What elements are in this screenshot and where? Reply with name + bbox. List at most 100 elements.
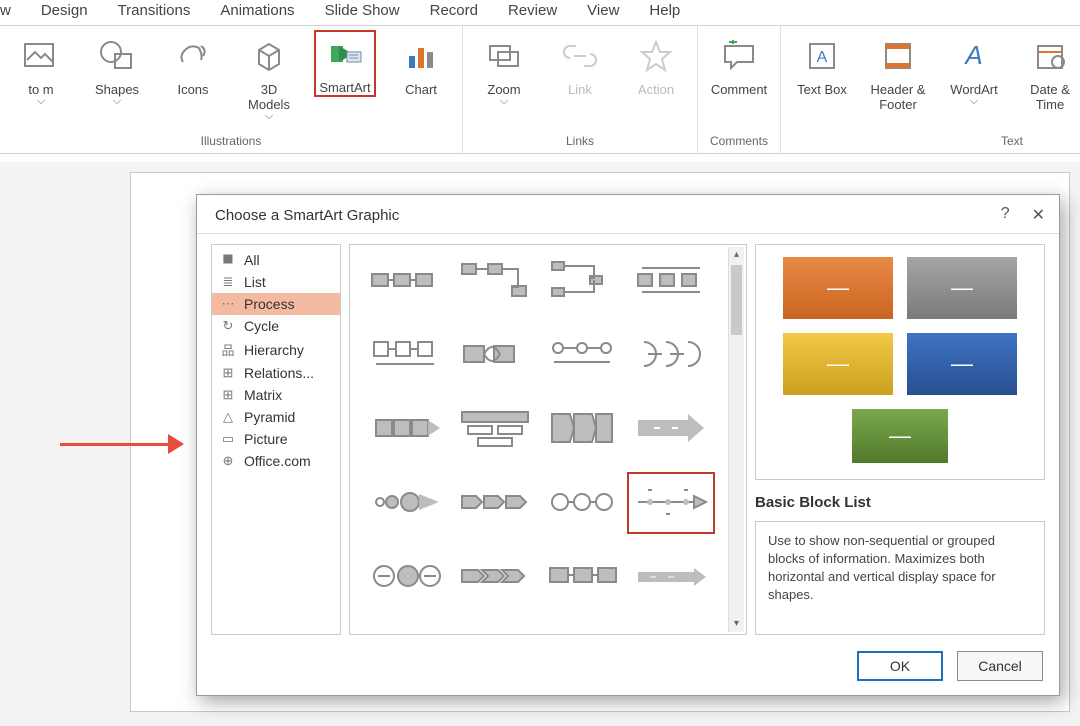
ribbon-group-links: Zoom Link Action Links: [463, 26, 698, 153]
preview-pane: — — — — — Basic Block List Use to show n…: [755, 244, 1045, 635]
smartart-thumb[interactable]: [368, 625, 446, 635]
comment-button[interactable]: Comment: [708, 30, 770, 97]
category-relationship[interactable]: ⊞Relations...: [212, 362, 340, 384]
label: Link: [568, 82, 592, 97]
smartart-thumb-highlighted[interactable]: [632, 477, 710, 529]
smartart-thumb[interactable]: [456, 477, 534, 529]
smartart-button[interactable]: SmartArt: [314, 30, 376, 97]
ribbon-group-text: A Text Box Header & Footer A WordArt: [781, 26, 1080, 153]
smartart-thumb[interactable]: [544, 255, 622, 307]
smartart-thumb[interactable]: [544, 403, 622, 455]
smartart-thumb[interactable]: [544, 329, 622, 381]
smartart-thumb[interactable]: [632, 329, 710, 381]
dash: —: [951, 275, 973, 301]
category-hierarchy[interactable]: 品Hierarchy: [212, 337, 340, 362]
models3d-button[interactable]: 3D Models: [238, 30, 300, 123]
textbox-button[interactable]: A Text Box: [791, 30, 853, 97]
category-pyramid[interactable]: △Pyramid: [212, 406, 340, 428]
menu-item[interactable]: View: [587, 2, 619, 19]
smartart-gallery: ▴ ▾: [349, 244, 747, 635]
smartart-thumb[interactable]: [456, 255, 534, 307]
svg-text:A: A: [963, 40, 982, 70]
category-matrix[interactable]: ⊞Matrix: [212, 384, 340, 406]
annotation-arrow: [60, 434, 200, 454]
gallery-scrollbar[interactable]: ▴ ▾: [728, 247, 744, 632]
zoom-button[interactable]: Zoom: [473, 30, 535, 108]
action-button: Action: [625, 30, 687, 97]
headerfooter-button[interactable]: Header & Footer: [867, 30, 929, 112]
help-button[interactable]: ?: [1001, 205, 1010, 225]
dialog-titlebar: Choose a SmartArt Graphic ? ✕: [197, 195, 1059, 233]
category-process[interactable]: ⋯Process: [212, 293, 340, 315]
group-label: Comments: [710, 132, 768, 151]
smartart-thumb[interactable]: [456, 551, 534, 603]
ribbon-group-comments: Comment Comments: [698, 26, 781, 153]
label: Icons: [177, 82, 208, 97]
menu-item[interactable]: Animations: [220, 2, 294, 19]
smartart-thumb[interactable]: [544, 477, 622, 529]
preview-block: —: [852, 409, 948, 463]
category-list: ⯀All ≣List ⋯Process ↻Cycle 品Hierarchy ⊞R…: [211, 244, 341, 635]
menu-item[interactable]: Review: [508, 2, 557, 19]
smartart-thumb[interactable]: [368, 255, 446, 307]
menu-item[interactable]: w: [0, 2, 11, 19]
dialog-title: Choose a SmartArt Graphic: [215, 207, 399, 224]
smartart-thumb[interactable]: [632, 255, 710, 307]
smartart-thumb[interactable]: [368, 403, 446, 455]
smartart-thumb[interactable]: [456, 625, 534, 635]
smartart-thumb[interactable]: [544, 625, 622, 635]
group-label: Illustrations: [201, 132, 262, 151]
scroll-up-icon[interactable]: ▴: [729, 247, 744, 263]
group-label: Text: [1001, 132, 1023, 151]
matrix-icon: ⊞: [220, 387, 236, 403]
smartart-thumb[interactable]: [632, 625, 710, 635]
icons-button[interactable]: Icons: [162, 30, 224, 97]
pyramid-icon: △: [220, 409, 236, 425]
chart-button[interactable]: Chart: [390, 30, 452, 97]
smartart-icon: [325, 34, 365, 74]
scroll-thumb[interactable]: [731, 265, 742, 335]
smartart-thumb[interactable]: [456, 403, 534, 455]
menu-item[interactable]: Help: [649, 2, 680, 19]
smartart-thumb[interactable]: [632, 403, 710, 455]
menu-item[interactable]: Slide Show: [325, 2, 400, 19]
zoom-icon: [484, 36, 524, 76]
label: Cycle: [244, 318, 279, 334]
label: Office.com: [244, 453, 311, 469]
menu-item[interactable]: Transitions: [118, 2, 191, 19]
label: Shapes: [95, 82, 139, 97]
smartart-thumb[interactable]: [368, 551, 446, 603]
datetime-button[interactable]: Date & Time: [1019, 30, 1080, 112]
preview-block: —: [783, 257, 893, 319]
dash: —: [889, 423, 911, 449]
category-list-item[interactable]: ≣List: [212, 271, 340, 293]
smartart-thumb[interactable]: [368, 329, 446, 381]
menu-item[interactable]: Design: [41, 2, 88, 19]
smartart-thumb[interactable]: [456, 329, 534, 381]
ribbon: to m Shapes Icons 3D Models: [0, 26, 1080, 154]
preview-title: Basic Block List: [755, 494, 1045, 511]
cancel-button[interactable]: Cancel: [957, 651, 1043, 681]
smartart-thumb[interactable]: [368, 477, 446, 529]
preview-canvas: — — — — —: [755, 244, 1045, 480]
shapes-button[interactable]: Shapes: [86, 30, 148, 108]
cube-icon: [249, 36, 289, 76]
category-officecom[interactable]: ⊕Office.com: [212, 450, 340, 472]
smartart-thumb[interactable]: [544, 551, 622, 603]
comment-icon: [719, 36, 759, 76]
photo-album-button[interactable]: to m: [10, 30, 72, 108]
close-button[interactable]: ✕: [1032, 205, 1045, 225]
ribbon-group-illustrations: to m Shapes Icons 3D Models: [0, 26, 463, 153]
label: Text Box: [797, 82, 847, 97]
menu-item[interactable]: Record: [430, 2, 478, 19]
smartart-thumb[interactable]: [632, 551, 710, 603]
wordart-button[interactable]: A WordArt: [943, 30, 1005, 108]
ok-button[interactable]: OK: [857, 651, 943, 681]
dialog-actions: OK Cancel: [197, 643, 1059, 695]
category-all[interactable]: ⯀All: [212, 249, 340, 271]
preview-description: Use to show non-sequential or grouped bl…: [755, 521, 1045, 635]
category-cycle[interactable]: ↻Cycle: [212, 315, 340, 337]
category-picture[interactable]: ▭Picture: [212, 428, 340, 450]
scroll-down-icon[interactable]: ▾: [729, 616, 744, 632]
label: Relations...: [244, 365, 314, 381]
